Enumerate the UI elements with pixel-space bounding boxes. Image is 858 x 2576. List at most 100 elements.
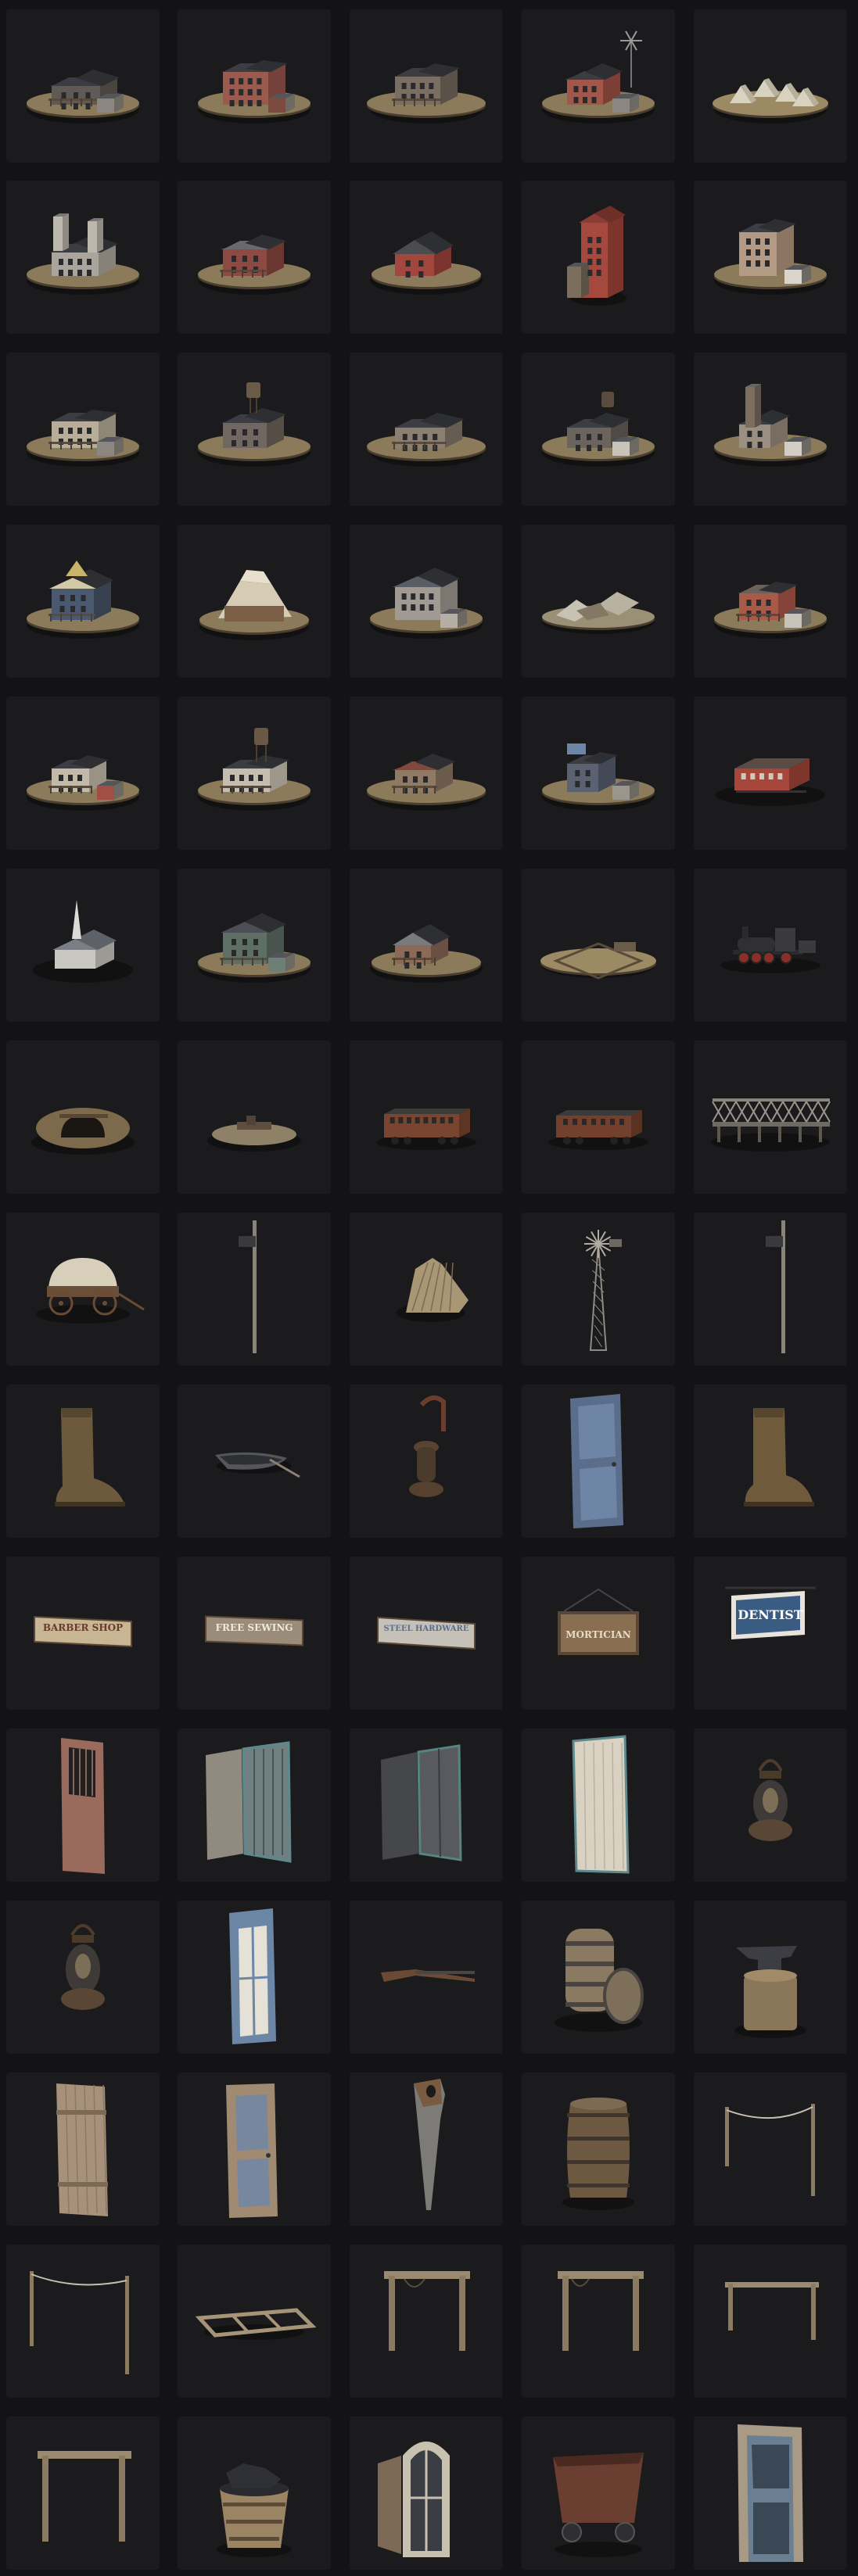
- windmill-icon: [584, 1230, 622, 1351]
- asset-tile[interactable]: [522, 2417, 675, 2570]
- sign-icon: BARBER SHOP: [34, 1615, 132, 1648]
- asset-tile[interactable]: [694, 181, 847, 334]
- asset-tile[interactable]: [694, 9, 847, 163]
- blue-window-frame-icon: [229, 1908, 276, 2044]
- asset-tile[interactable]: [350, 869, 503, 1022]
- telegraph-pole-icon: [239, 1220, 257, 1353]
- asset-tile[interactable]: [350, 697, 503, 850]
- asset-tile[interactable]: [178, 181, 331, 334]
- asset-tile[interactable]: [178, 1385, 331, 1538]
- asset-tile[interactable]: STEEL HARDWARE: [350, 1557, 503, 1710]
- asset-tile[interactable]: [694, 2245, 847, 2398]
- asset-tile[interactable]: [522, 1385, 675, 1538]
- asset-tile[interactable]: [178, 353, 331, 506]
- asset-tile[interactable]: [522, 2073, 675, 2226]
- asset-tile[interactable]: [6, 2245, 160, 2398]
- street-lamp-pole-icon: [766, 1220, 785, 1353]
- asset-tile[interactable]: [522, 869, 675, 1022]
- asset-tile[interactable]: [694, 1041, 847, 1194]
- asset-tile[interactable]: [694, 1901, 847, 2054]
- asset-tile[interactable]: [350, 9, 503, 163]
- asset-tile[interactable]: [694, 2073, 847, 2226]
- asset-tile[interactable]: [6, 181, 160, 334]
- asset-tile[interactable]: [350, 2073, 503, 2226]
- asset-tile[interactable]: [350, 2245, 503, 2398]
- asset-tile[interactable]: [6, 2417, 160, 2570]
- asset-tile[interactable]: [350, 1385, 503, 1538]
- asset-tile[interactable]: [694, 697, 847, 850]
- asset-tile[interactable]: [350, 1901, 503, 2054]
- asset-tile[interactable]: [522, 525, 675, 678]
- asset-tile[interactable]: [694, 525, 847, 678]
- truss-bridge-icon: [711, 1098, 831, 1152]
- ruined-camp-icon: [542, 592, 655, 634]
- asset-tile[interactable]: [694, 353, 847, 506]
- blue-door-icon: [570, 1394, 623, 1528]
- general-store-icon: [27, 755, 139, 811]
- asset-tile[interactable]: [178, 2073, 331, 2226]
- asset-tile[interactable]: [178, 1213, 331, 1366]
- boot-icon-2: [744, 1408, 814, 1507]
- asset-tile[interactable]: [350, 181, 503, 334]
- asset-tile[interactable]: [6, 1901, 160, 2054]
- asset-tile[interactable]: [6, 525, 160, 678]
- coal-bucket-icon: [217, 2463, 292, 2557]
- asset-tile[interactable]: FREE SEWING: [178, 1557, 331, 1710]
- asset-tile[interactable]: [178, 2245, 331, 2398]
- asset-tile[interactable]: [6, 697, 160, 850]
- asset-tile[interactable]: [522, 1213, 675, 1366]
- asset-tile[interactable]: [522, 9, 675, 163]
- asset-tile[interactable]: [522, 353, 675, 506]
- mine-cart-icon: [553, 2452, 644, 2557]
- asset-tile[interactable]: BARBER SHOP: [6, 1557, 160, 1710]
- asset-tile[interactable]: [178, 1901, 331, 2054]
- asset-tile[interactable]: [178, 525, 331, 678]
- asset-tile[interactable]: [694, 1385, 847, 1538]
- asset-tile[interactable]: [6, 1213, 160, 1366]
- asset-tile[interactable]: [6, 869, 160, 1022]
- asset-tile[interactable]: [522, 181, 675, 334]
- asset-tile[interactable]: [350, 525, 503, 678]
- asset-tile[interactable]: [178, 869, 331, 1022]
- anvil-stump-icon: [734, 1946, 806, 2038]
- asset-tile[interactable]: [350, 1729, 503, 1882]
- asset-tile[interactable]: [522, 1041, 675, 1194]
- asset-tile[interactable]: [350, 1041, 503, 1194]
- doorway-icon: [738, 2424, 803, 2562]
- asset-tile[interactable]: [6, 9, 160, 163]
- asset-tile[interactable]: [522, 697, 675, 850]
- hand-saw-icon: [414, 2079, 445, 2210]
- asset-tile[interactable]: [350, 1213, 503, 1366]
- white-cabinet-door-icon: [572, 1735, 630, 1874]
- asset-tile[interactable]: [178, 697, 331, 850]
- church-building-icon: [27, 213, 139, 295]
- asset-tile[interactable]: [522, 2245, 675, 2398]
- asset-tile[interactable]: [6, 2073, 160, 2226]
- asset-tile[interactable]: [178, 9, 331, 163]
- asset-tile[interactable]: [522, 1901, 675, 2054]
- asset-tile[interactable]: [350, 2417, 503, 2570]
- asset-tile[interactable]: [178, 1041, 331, 1194]
- saloon-building-icon: [367, 63, 486, 124]
- asset-tile[interactable]: [694, 1213, 847, 1366]
- corral-icon: [540, 942, 656, 980]
- small-saloon-icon: [367, 754, 486, 811]
- asset-tile[interactable]: [694, 1729, 847, 1882]
- asset-tile[interactable]: [178, 1729, 331, 1882]
- asset-tile[interactable]: [178, 2417, 331, 2570]
- asset-tile[interactable]: [6, 353, 160, 506]
- ranch-shed-icon: [370, 924, 483, 983]
- asset-tile[interactable]: [6, 1729, 160, 1882]
- asset-tile[interactable]: [522, 1729, 675, 1882]
- oil-lantern-icon-2: [61, 1924, 105, 2010]
- asset-tile[interactable]: MORTICIAN: [522, 1557, 675, 1710]
- glass-door-icon: [226, 2083, 278, 2218]
- green-house-icon: [198, 913, 311, 983]
- asset-tile[interactable]: [694, 869, 847, 1022]
- asset-tile[interactable]: DENTIST: [694, 1557, 847, 1710]
- asset-tile[interactable]: [350, 353, 503, 506]
- barrel-with-lid-icon: [555, 1929, 644, 2032]
- asset-tile[interactable]: [6, 1385, 160, 1538]
- asset-tile[interactable]: [694, 2417, 847, 2570]
- asset-tile[interactable]: [6, 1041, 160, 1194]
